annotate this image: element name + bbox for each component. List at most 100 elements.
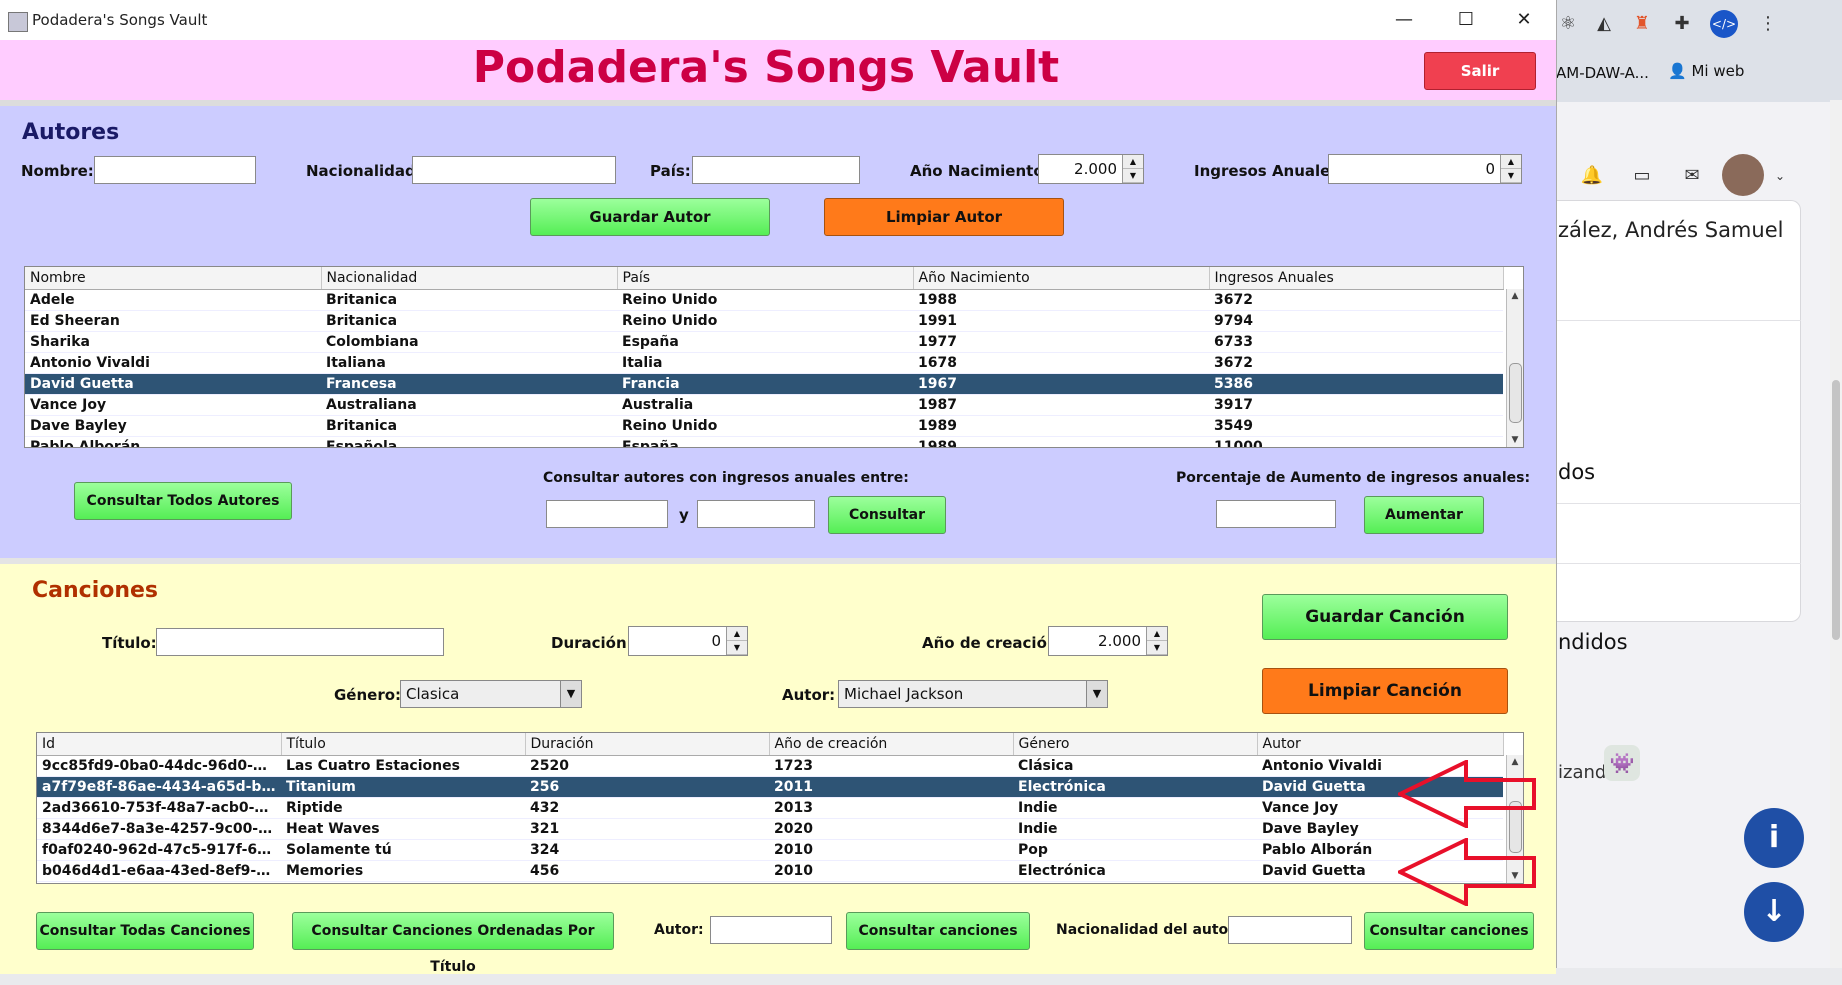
table-cell[interactable]: Reino Unido bbox=[617, 310, 913, 332]
lighthouse-icon[interactable]: ♜ bbox=[1630, 12, 1654, 36]
card-item-1[interactable]: dos bbox=[1558, 460, 1595, 484]
arrow-down-icon[interactable]: ↓ bbox=[1744, 882, 1804, 942]
table-cell[interactable]: España bbox=[617, 436, 913, 447]
autores-column-header[interactable]: Nombre bbox=[25, 267, 322, 290]
table-cell[interactable]: 1988 bbox=[913, 289, 1209, 311]
table-cell[interactable]: España bbox=[617, 331, 913, 353]
table-row[interactable]: Antonio Vivaldi Italiana Italia 1678 3672 bbox=[25, 352, 1503, 374]
table-cell[interactable]: Las Cuatro Estaciones bbox=[281, 755, 525, 777]
table-cell[interactable]: Solamente tú bbox=[281, 839, 525, 861]
table-row[interactable]: 2ad36610-753f-48a7-acb0-945… Riptide 432 20… bbox=[37, 797, 1503, 819]
extension-icon[interactable]: ◭ bbox=[1592, 12, 1616, 36]
table-row[interactable]: Pablo Alborán Española España 1989 11000 bbox=[25, 436, 1503, 447]
table-cell[interactable]: 432 bbox=[525, 797, 769, 819]
table-cell[interactable]: 2010 bbox=[769, 839, 1013, 861]
nombre-input[interactable] bbox=[94, 156, 256, 184]
chat-icon[interactable]: ▭ bbox=[1630, 164, 1654, 188]
spinner-down-icon[interactable]: ▼ bbox=[1501, 169, 1521, 183]
close-icon[interactable]: ✕ bbox=[1502, 5, 1546, 35]
autores-column-header[interactable]: Año Nacimiento bbox=[913, 267, 1210, 290]
spinner-down-icon[interactable]: ▼ bbox=[1123, 169, 1143, 183]
table-cell[interactable]: 1967 bbox=[913, 373, 1209, 395]
scroll-up-icon[interactable]: ▲ bbox=[1507, 289, 1523, 303]
table-cell[interactable]: 1989 bbox=[913, 415, 1209, 437]
table-cell[interactable]: Heat Waves bbox=[281, 818, 525, 840]
table-cell[interactable]: Pablo Alborán bbox=[25, 436, 321, 447]
table-row[interactable]: Sharika Colombiana España 1977 6733 bbox=[25, 331, 1503, 353]
table-cell[interactable]: 3917 bbox=[1209, 394, 1503, 416]
dropdown-arrow-icon[interactable]: ▼ bbox=[1086, 681, 1107, 707]
nacionalidad-autor-input[interactable] bbox=[1228, 916, 1352, 944]
table-cell[interactable]: 456 bbox=[525, 860, 769, 882]
spinner-down-icon[interactable]: ▼ bbox=[1147, 641, 1167, 655]
table-cell[interactable]: Titanium bbox=[281, 776, 525, 798]
table-row[interactable]: 9cc85fd9-0ba0-44dc-96d0-9bf… Las Cuatro E… bbox=[37, 755, 1503, 777]
bookmark-daw[interactable]: AM-DAW-A... bbox=[1556, 64, 1649, 82]
consultar-canciones-nacionalidad-button[interactable]: Consultar canciones bbox=[1364, 912, 1534, 950]
limpiar-autor-button[interactable]: Limpiar Autor bbox=[824, 198, 1064, 236]
titulo-input[interactable] bbox=[156, 628, 444, 656]
table-cell[interactable]: 8344d6e7-8a3e-4257-9c00-b4… bbox=[37, 818, 281, 840]
guardar-cancion-button[interactable]: Guardar Canción bbox=[1262, 594, 1508, 640]
table-row[interactable]: f0af0240-962d-47c5-917f-65f… Solamente tú… bbox=[37, 839, 1503, 861]
canciones-column-header[interactable]: Autor bbox=[1257, 733, 1504, 756]
table-cell[interactable]: Sharika bbox=[25, 331, 321, 353]
table-cell[interactable]: 3672 bbox=[1209, 352, 1503, 374]
table-cell[interactable]: Clásica bbox=[1013, 755, 1257, 777]
canciones-column-header[interactable]: Título bbox=[281, 733, 526, 756]
table-cell[interactable]: Francesa bbox=[321, 373, 617, 395]
table-cell[interactable]: Ed Sheeran bbox=[25, 310, 321, 332]
table-cell[interactable]: Francia bbox=[617, 373, 913, 395]
table-cell[interactable]: 1991 bbox=[913, 310, 1209, 332]
table-cell[interactable]: Indie bbox=[1013, 797, 1257, 819]
ingresos-spinner[interactable]: 0 ▲ ▼ bbox=[1328, 154, 1522, 184]
consultar-ordenadas-button[interactable]: Consultar Canciones Ordenadas Por Título bbox=[292, 912, 614, 975]
spinner-up-icon[interactable]: ▲ bbox=[727, 627, 747, 641]
table-cell[interactable]: 2ad36610-753f-48a7-acb0-945… bbox=[37, 797, 281, 819]
pais-input[interactable] bbox=[692, 156, 860, 184]
consultar-todas-canciones-button[interactable]: Consultar Todas Canciones bbox=[36, 912, 254, 950]
canciones-column-header[interactable]: Id bbox=[37, 733, 282, 756]
table-cell[interactable]: 321 bbox=[525, 818, 769, 840]
table-cell[interactable]: f0af0240-962d-47c5-917f-65f… bbox=[37, 839, 281, 861]
table-row[interactable]: Adele Britanica Reino Unido 1988 3672 bbox=[25, 289, 1503, 311]
consultar-canciones-autor-button[interactable]: Consultar canciones bbox=[846, 912, 1030, 950]
card-item-2[interactable]: ndidos bbox=[1558, 630, 1628, 654]
guardar-autor-button[interactable]: Guardar Autor bbox=[530, 198, 770, 236]
autores-column-header[interactable]: Nacionalidad bbox=[321, 267, 618, 290]
table-cell[interactable]: Britanica bbox=[321, 415, 617, 437]
puzzle-icon[interactable]: ✚ bbox=[1670, 12, 1694, 36]
table-cell[interactable]: 1678 bbox=[913, 352, 1209, 374]
table-cell[interactable]: 5386 bbox=[1209, 373, 1503, 395]
duracion-spinner[interactable]: 0 ▲ ▼ bbox=[628, 626, 748, 656]
aumentar-button[interactable]: Aumentar bbox=[1364, 496, 1484, 534]
table-cell[interactable]: Italiana bbox=[321, 352, 617, 374]
table-cell[interactable]: 9794 bbox=[1209, 310, 1503, 332]
table-cell[interactable]: 3549 bbox=[1209, 415, 1503, 437]
bot-icon[interactable]: 👾 bbox=[1604, 745, 1640, 781]
table-cell[interactable]: Adele bbox=[25, 289, 321, 311]
table-cell[interactable]: Italia bbox=[617, 352, 913, 374]
table-cell[interactable]: 9cc85fd9-0ba0-44dc-96d0-9bf… bbox=[37, 755, 281, 777]
consultar-button[interactable]: Consultar bbox=[828, 496, 946, 534]
scroll-thumb[interactable] bbox=[1509, 363, 1522, 423]
table-cell[interactable]: Colombiana bbox=[321, 331, 617, 353]
nacionalidad-input[interactable] bbox=[412, 156, 616, 184]
bookmark-mi-web[interactable]: 👤 Mi web bbox=[1668, 62, 1744, 80]
table-cell[interactable]: 6733 bbox=[1209, 331, 1503, 353]
table-cell[interactable]: 2011 bbox=[769, 776, 1013, 798]
table-cell[interactable]: 256 bbox=[525, 776, 769, 798]
avatar[interactable] bbox=[1722, 154, 1764, 196]
table-cell[interactable]: Reino Unido bbox=[617, 415, 913, 437]
limpiar-cancion-button[interactable]: Limpiar Canción bbox=[1262, 668, 1508, 714]
maximize-icon[interactable]: ☐ bbox=[1444, 5, 1488, 35]
table-cell[interactable]: 2010 bbox=[769, 860, 1013, 882]
canciones-column-header[interactable]: Año de creación bbox=[769, 733, 1014, 756]
table-cell[interactable]: 3672 bbox=[1209, 289, 1503, 311]
browser-scrollbar[interactable] bbox=[1830, 100, 1842, 968]
table-cell[interactable]: Britanica bbox=[321, 310, 617, 332]
genero-select[interactable]: Clasica ▼ bbox=[400, 680, 582, 708]
table-row[interactable]: b046d4d1-e6aa-43ed-8ef9-a31… Memories 456 2… bbox=[37, 860, 1503, 882]
table-cell[interactable]: 2020 bbox=[769, 818, 1013, 840]
table-cell[interactable]: 1977 bbox=[913, 331, 1209, 353]
